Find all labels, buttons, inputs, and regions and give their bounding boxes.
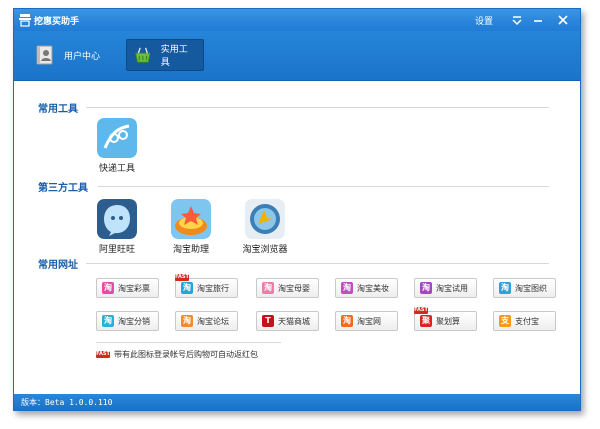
site-link-taobao-forum[interactable]: 淘 淘宝论坛	[175, 311, 238, 331]
taobao-tao-icon: 淘	[262, 282, 274, 294]
site-link-alipay[interactable]: 支 支付宝	[493, 311, 556, 331]
site-link-taobao-lottery[interactable]: 淘 淘宝彩票	[96, 278, 159, 298]
taobao-tao-icon: 淘	[102, 315, 114, 327]
taobao-browser-icon	[245, 199, 285, 239]
version-label: 版本：Beta 1.0.0.110	[21, 398, 113, 407]
site-link-label: 淘宝彩票	[118, 283, 150, 293]
site-link-label: 淘宝图织	[515, 283, 547, 293]
section-title-common-sites: 常用网址	[38, 260, 78, 271]
aliwangwang-tool[interactable]: 阿里旺旺	[82, 199, 152, 255]
tab-practical-tools[interactable]: 实用工具	[126, 39, 204, 71]
site-link-juhuasuan[interactable]: 聚 聚划算	[414, 311, 477, 331]
fast-badge: FAST	[96, 351, 110, 358]
dropdown-menu-icon[interactable]	[509, 12, 525, 28]
note-divider	[96, 342, 281, 343]
taobao-tao-icon: 淘	[181, 315, 193, 327]
section-divider	[86, 263, 549, 264]
tool-label: 淘宝浏览器	[242, 245, 288, 255]
user-center-icon	[36, 45, 53, 65]
settings-link[interactable]: 设置	[475, 14, 493, 27]
taobao-tao-icon: 淘	[181, 282, 193, 294]
taobao-browser-tool[interactable]: 淘宝浏览器	[230, 199, 300, 255]
section-divider	[98, 186, 549, 187]
tab-user-center[interactable]: 用户中心	[28, 39, 110, 71]
taobao-tao-icon: 淘	[341, 282, 353, 294]
juhuasuan-icon: 聚	[420, 315, 432, 327]
close-icon[interactable]	[555, 12, 571, 28]
site-link-tmall[interactable]: T 天猫商城	[256, 311, 319, 331]
tab-label: 用户中心	[64, 51, 101, 62]
site-link-label: 淘宝美妆	[357, 283, 389, 293]
site-link-label: 淘宝分销	[118, 316, 150, 326]
tool-basket-icon	[135, 47, 151, 63]
tool-label: 快递工具	[98, 164, 135, 174]
site-link-taobao-weave[interactable]: 淘 淘宝图织	[493, 278, 556, 298]
minimize-icon[interactable]	[530, 12, 546, 28]
title-bar[interactable]: 挖惠买助手 设置	[14, 9, 580, 31]
tmall-icon: T	[262, 315, 274, 327]
tools-panel: 常用工具 快递工具 第三方工具 阿里旺旺 淘宝助理 淘宝浏览器 常用网址 淘 淘…	[14, 82, 580, 394]
app-window: 挖惠买助手 设置 用户中心 实用工具 常用工具 快递工具 第三方工具 阿里旺旺 …	[13, 8, 581, 411]
site-link-label: 支付宝	[515, 316, 539, 326]
site-link-label: 淘宝论坛	[197, 316, 229, 326]
taobao-assistant-icon	[171, 199, 211, 239]
alipay-icon: 支	[499, 315, 511, 327]
section-divider	[86, 107, 549, 108]
fast-badge: FAST	[414, 307, 428, 314]
tool-label: 阿里旺旺	[98, 245, 135, 255]
site-link-label: 天猫商城	[278, 316, 310, 326]
taobao-tao-icon: 淘	[341, 315, 353, 327]
site-link-label: 淘宝试用	[436, 283, 468, 293]
express-icon	[97, 118, 137, 158]
express-tool[interactable]: 快递工具	[82, 118, 152, 174]
window-title: 挖惠买助手	[34, 17, 80, 27]
main-toolbar: 用户中心 实用工具	[14, 31, 580, 81]
taobao-tao-icon: 淘	[420, 282, 432, 294]
fast-note: FAST 带有此图标登录帐号后购物可自动返红包	[96, 349, 258, 360]
site-link-label: 聚划算	[436, 316, 460, 326]
section-title-common-tools: 常用工具	[38, 104, 78, 115]
taobao-tao-icon: 淘	[499, 282, 511, 294]
section-title-third-party: 第三方工具	[38, 183, 88, 194]
aliwangwang-icon	[97, 199, 137, 239]
site-link-taobao-beauty[interactable]: 淘 淘宝美妆	[335, 278, 398, 298]
site-link-label: 淘宝网	[357, 316, 381, 326]
site-link-taobao-baby[interactable]: 淘 淘宝母婴	[256, 278, 319, 298]
taobao-tao-icon: 淘	[102, 282, 114, 294]
site-link-taobao-trial[interactable]: 淘 淘宝试用	[414, 278, 477, 298]
app-logo-icon	[19, 14, 31, 27]
site-link-taobao[interactable]: 淘 淘宝网	[335, 311, 398, 331]
taobao-assistant-tool[interactable]: 淘宝助理	[156, 199, 226, 255]
site-link-taobao-distribution[interactable]: 淘 淘宝分销	[96, 311, 159, 331]
tab-label: 实用工具	[160, 45, 188, 68]
site-link-label: 淘宝母婴	[278, 283, 310, 293]
tool-label: 淘宝助理	[172, 245, 209, 255]
site-link-taobao-travel[interactable]: 淘 淘宝旅行	[175, 278, 238, 298]
status-bar: 版本：Beta 1.0.0.110	[14, 394, 580, 410]
site-link-label: 淘宝旅行	[197, 283, 229, 293]
fast-badge: FAST	[175, 274, 189, 281]
note-text: 带有此图标登录帐号后购物可自动返红包	[114, 350, 258, 359]
